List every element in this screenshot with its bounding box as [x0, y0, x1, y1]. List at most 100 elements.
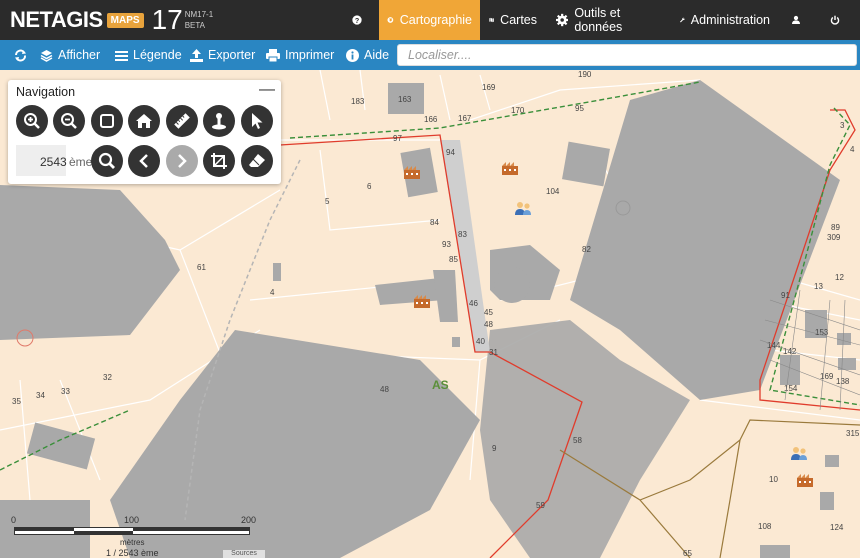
scale-bar-track	[14, 527, 250, 535]
nav-administration[interactable]: Administration	[672, 0, 778, 40]
svg-text:?: ?	[355, 17, 359, 25]
user-button[interactable]	[784, 0, 808, 40]
map-icon	[489, 17, 494, 23]
building-e3	[837, 333, 851, 345]
minimize-button[interactable]: —	[259, 82, 275, 98]
scale-tick: 100	[124, 515, 140, 525]
parcel-label: 10	[769, 475, 778, 484]
scale-ratio: 1 / 2543 ème	[106, 548, 159, 558]
previous-extent-button[interactable]	[128, 145, 160, 177]
scale-tick: 200	[241, 515, 257, 525]
building-shed	[273, 263, 281, 281]
parcel-label: 4	[850, 145, 855, 154]
scale-unit: ème	[69, 155, 93, 169]
select-button[interactable]	[241, 105, 273, 137]
eraser-icon	[249, 154, 265, 167]
refresh-icon	[15, 49, 26, 61]
crop-button[interactable]	[203, 145, 235, 177]
nav-cartes[interactable]: Cartes	[481, 0, 545, 40]
parcel-label: 108	[758, 522, 772, 531]
zoom-out-button[interactable]	[53, 105, 85, 137]
scale-unit-label: mètres	[120, 538, 145, 547]
parcel-label: 9	[492, 444, 497, 453]
zoom-out-icon	[61, 113, 77, 129]
parcel-label: 169	[482, 83, 496, 92]
parcel-label: 170	[511, 106, 525, 115]
parcel-label: 190	[578, 70, 592, 79]
version-line1: NM17-1	[184, 10, 214, 19]
version-line2: BETA	[184, 21, 206, 30]
parcel-label: 61	[197, 263, 206, 272]
nav-outils[interactable]: Outils et données	[548, 0, 668, 40]
imprimer-button[interactable]: Imprimer	[266, 40, 334, 70]
legende-button[interactable]: Légende	[115, 40, 182, 70]
sources-button[interactable]: Sources	[223, 550, 265, 558]
parcel-label: 59	[536, 501, 545, 510]
parcel-label: 169	[820, 372, 834, 381]
parcel-label: 95	[575, 104, 584, 113]
print-icon	[266, 48, 280, 62]
layers-icon	[40, 49, 53, 62]
localiser-search-input[interactable]	[397, 44, 857, 66]
user-icon	[792, 15, 800, 24]
section-label: AS	[432, 378, 449, 392]
locate-button[interactable]	[203, 105, 235, 137]
square-icon	[100, 114, 114, 128]
next-extent-button[interactable]	[166, 145, 198, 177]
scale-tick: 0	[11, 515, 17, 525]
parcel-label: 83	[458, 230, 467, 239]
toolbar-label: Afficher	[58, 48, 101, 62]
parcel-label: 138	[836, 377, 850, 386]
zoom-in-button[interactable]	[16, 105, 48, 137]
parcel-label: 85	[449, 255, 458, 264]
parcel-label: 40	[476, 337, 485, 346]
aide-button[interactable]: Aide	[346, 40, 389, 70]
pin-icon	[212, 113, 226, 130]
parcel-label: 166	[424, 115, 438, 124]
building-dome	[494, 267, 530, 303]
scale-value[interactable]: 2543	[40, 155, 67, 169]
parcel-label: 4	[270, 288, 275, 297]
nav-label: Administration	[690, 13, 770, 27]
parcel-label: 48	[380, 385, 389, 394]
upload-icon	[190, 48, 203, 62]
logo-badge: MAPS	[106, 12, 144, 28]
parcel-label: 58	[573, 436, 582, 445]
parcel-label: 82	[582, 245, 591, 254]
info-circle-icon	[346, 48, 359, 62]
toolbar-label: Légende	[133, 48, 182, 62]
exporter-button[interactable]: Exporter	[190, 40, 255, 70]
parcel-label: 13	[814, 282, 823, 291]
nav-label: Cartographie	[399, 13, 472, 27]
zoom-box-button[interactable]	[91, 105, 123, 137]
list-icon	[115, 50, 128, 61]
nav-cartographie[interactable]: Cartographie	[379, 0, 480, 40]
measure-button[interactable]	[166, 105, 198, 137]
next-icon	[178, 154, 187, 168]
afficher-button[interactable]: Afficher	[40, 40, 100, 70]
parcel-label: 315	[846, 429, 860, 438]
home-button[interactable]	[128, 105, 160, 137]
building-small-e	[825, 455, 839, 467]
parcel-label: 167	[458, 114, 472, 123]
parcel-label: 35	[12, 397, 21, 406]
erase-button[interactable]	[241, 145, 273, 177]
parcel-label: 93	[442, 240, 451, 249]
parcel-label: 91	[781, 291, 790, 300]
logout-button[interactable]	[822, 0, 848, 40]
logo-text: NETAGIS	[10, 7, 103, 32]
refresh-button[interactable]	[14, 40, 27, 70]
parcel-label: 3	[840, 121, 845, 130]
parcel-label: 32	[103, 373, 112, 382]
parcel-label: 84	[430, 218, 439, 227]
app-logo[interactable]: NETAGIS MAPS 17 NM17-1 BETA	[10, 4, 213, 36]
nav-label: Cartes	[500, 13, 537, 27]
help-button[interactable]: ?	[344, 0, 370, 40]
parcel-label: 31	[489, 348, 498, 357]
parcel-label: 183	[351, 97, 365, 106]
zoom-search-button[interactable]	[91, 145, 123, 177]
parcel-label: 34	[36, 391, 45, 400]
parcel-label: 12	[835, 273, 844, 282]
logo-number: 17	[151, 4, 183, 35]
navigation-panel: Navigation — 2543 ème	[8, 80, 281, 184]
